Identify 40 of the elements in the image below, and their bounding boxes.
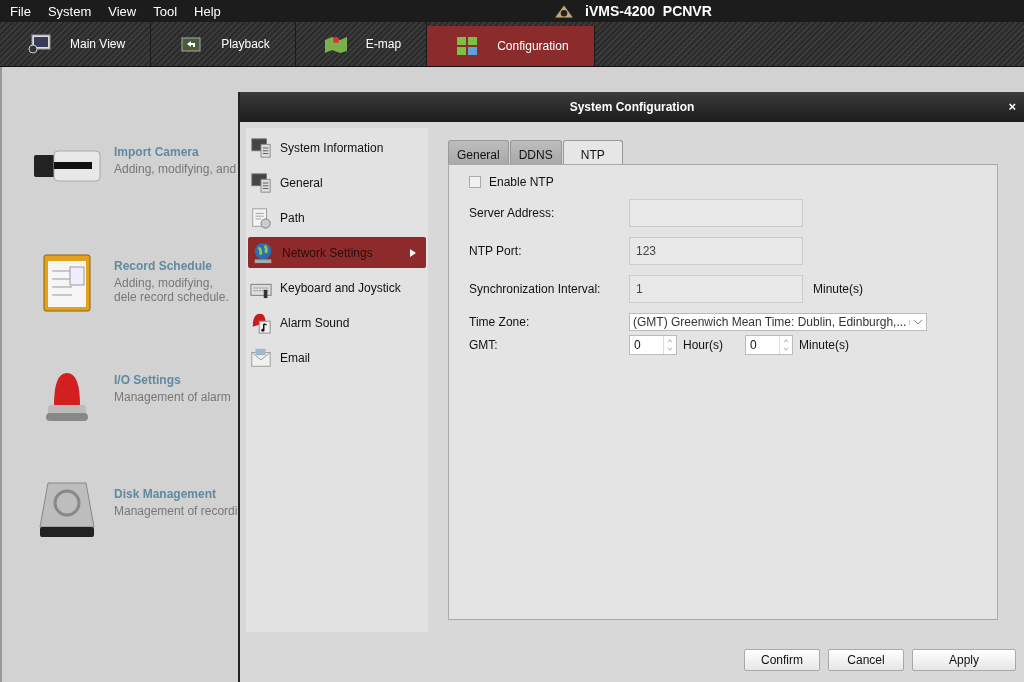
spin-box[interactable]: 0 [629,335,677,355]
toolbar-tab[interactable]: Configuration [427,26,595,66]
tab[interactable]: DDNS [509,140,562,164]
sidebar-item[interactable]: System Information [246,132,428,163]
spin-box[interactable]: 0 [745,335,793,355]
module-description: Adding, modifying, and [114,162,238,176]
sidebar-item[interactable]: Keyboard and Joystick [246,272,428,303]
tab[interactable]: General [448,140,509,164]
toolbar-tab[interactable]: Playback [151,22,296,66]
field-label: Time Zone: [469,315,531,329]
menu-item[interactable]: File [10,3,39,19]
field-label: Server Address: [469,206,556,220]
sidebar-item[interactable]: Alarm Sound [246,307,428,338]
menu-item[interactable]: Help [194,3,229,19]
field-label: GMT: [469,338,499,352]
close-button[interactable]: × [1008,99,1016,114]
toolbar-tab[interactable]: Main View [0,22,152,66]
unit-label: Hour(s) [683,338,723,352]
sidebar-item[interactable]: Path [246,202,428,233]
sidebar-item[interactable]: Email [246,342,428,373]
confirm-button[interactable]: Confirm [744,649,820,671]
menu-item[interactable]: Tool [153,3,186,19]
unit-label: Minute(s) [813,282,863,296]
tab[interactable]: NTP [562,140,623,164]
time-zone-dropdown[interactable]: (GMT) Greenwich Mean Time: Dublin, Edinburgh,... [629,313,927,331]
menu-item[interactable]: View [108,3,145,19]
sidebar-item[interactable]: General [246,167,428,198]
menu-item[interactable]: System [47,3,100,19]
checkbox-label: Enable NTP [489,175,554,189]
apply-button[interactable]: Apply [912,649,1016,671]
field-label: NTP Port: [469,244,523,258]
unit-label: Minute(s) [799,338,850,352]
cancel-button[interactable]: Cancel [828,649,904,671]
module-description: Management of alarm [114,390,232,404]
module-description: Management of recordi [114,504,238,518]
module-description: Adding, modifying, dele record schedule. [114,276,230,304]
dialog-title: System Configuration [569,100,695,114]
toolbar-tab[interactable]: E-map [295,22,428,66]
app-title: iVMS-4200 PCNVR [585,3,712,19]
field-label: Synchronization Interval: [469,282,602,296]
